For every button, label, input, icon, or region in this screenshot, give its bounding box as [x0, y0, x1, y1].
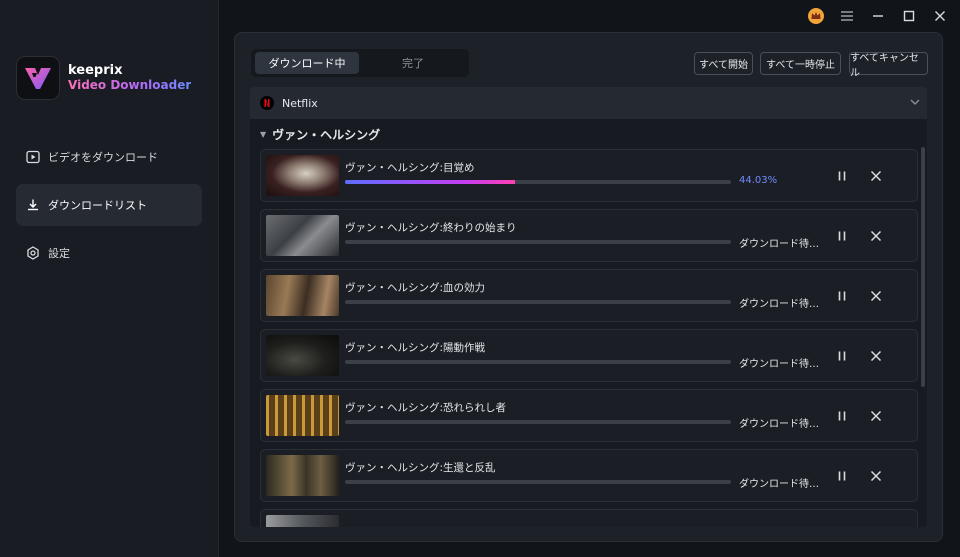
start-all-button[interactable]: すべて開始 [694, 52, 753, 75]
download-status: ダウンロード待ち... [739, 359, 819, 370]
sidebar: keeprix Video Downloader ビデオをダウンロード ダウンロ… [0, 0, 219, 557]
netflix-icon [260, 96, 274, 110]
episode-thumbnail [266, 275, 339, 316]
app-name: keeprix [68, 63, 123, 78]
episode-row: ヴァン・ヘルシング:生還と反乱 ダウンロード待ち... [260, 449, 918, 502]
sidebar-item-label: ダウンロードリスト [48, 199, 147, 212]
download-list: Netflix ▼ ヴァン・ヘルシング ヴァン・ヘルシング:目覚め 44.03%… [250, 87, 927, 527]
list-scrollbar[interactable] [921, 147, 925, 387]
episode-thumbnail [266, 455, 339, 496]
episode-row-partial [260, 509, 918, 527]
episode-thumbnail [266, 215, 339, 256]
cancel-icon[interactable] [867, 227, 885, 245]
cancel-icon[interactable] [867, 467, 885, 485]
episode-thumbnail [266, 155, 339, 196]
close-icon[interactable] [926, 2, 954, 30]
episode-thumbnail [266, 515, 339, 527]
cancel-icon[interactable] [867, 407, 885, 425]
pause-icon[interactable] [833, 347, 851, 365]
progress-bar [345, 420, 731, 424]
progress-bar [345, 300, 731, 304]
download-status: ダウンロード待ち... [739, 239, 819, 250]
download-panel: ダウンロード中 完了 すべて開始 すべて一時停止 すべてキャンセル Netfli… [234, 32, 943, 542]
maximize-icon[interactable] [895, 2, 923, 30]
season-title: ヴァン・ヘルシング [272, 127, 381, 142]
pause-icon[interactable] [833, 287, 851, 305]
menu-icon[interactable] [833, 2, 861, 30]
season-header[interactable]: ▼ ヴァン・ヘルシング [250, 119, 927, 149]
cancel-icon[interactable] [867, 167, 885, 185]
download-status: ダウンロード待ち... [739, 479, 819, 490]
pause-all-button[interactable]: すべて一時停止 [760, 52, 841, 75]
tab-switcher: ダウンロード中 完了 [251, 49, 469, 77]
app-subtitle: Video Downloader [68, 78, 192, 92]
download-icon [28, 199, 38, 211]
episode-row: ヴァン・ヘルシング:陽動作戦 ダウンロード待ち... [260, 329, 918, 382]
episode-title: ヴァン・ヘルシング:恐れられし者 [345, 402, 507, 414]
download-status: ダウンロード待ち... [739, 299, 819, 310]
progress-bar [345, 180, 731, 184]
pause-icon[interactable] [833, 167, 851, 185]
episode-title: ヴァン・ヘルシング:生還と反乱 [345, 462, 496, 474]
episode-title: ヴァン・ヘルシング:目覚め [345, 162, 475, 174]
progress-bar [345, 480, 731, 484]
keeprix-logo-icon [16, 56, 60, 100]
sidebar-item-label: 設定 [48, 247, 70, 260]
sidebar-item-label: ビデオをダウンロード [48, 151, 158, 164]
crown-icon[interactable] [802, 2, 830, 30]
cancel-all-button[interactable]: すべてキャンセル [849, 52, 928, 79]
pause-icon[interactable] [833, 227, 851, 245]
progress-bar [345, 240, 731, 244]
episode-thumbnail [266, 395, 339, 436]
collapse-triangle-icon[interactable]: ▼ [260, 130, 266, 139]
progress-bar [345, 360, 731, 364]
sidebar-item-download-video[interactable]: ビデオをダウンロード [16, 136, 202, 178]
minimize-icon[interactable] [864, 2, 892, 30]
gear-icon [27, 246, 39, 260]
service-name: Netflix [282, 96, 318, 110]
play-square-icon [26, 150, 40, 164]
episode-row: ヴァン・ヘルシング:終わりの始まり ダウンロード待ち... [260, 209, 918, 262]
sidebar-item-download-list[interactable]: ダウンロードリスト [16, 184, 202, 226]
episode-title: ヴァン・ヘルシング:陽動作戦 [345, 342, 486, 354]
episode-title: ヴァン・ヘルシング:血の効力 [345, 282, 486, 294]
progress-percent: 44.03% [739, 175, 778, 186]
app-logo: keeprix Video Downloader [16, 56, 191, 100]
episode-thumbnail [266, 335, 339, 376]
pause-icon[interactable] [833, 407, 851, 425]
episode-row: ヴァン・ヘルシング:血の効力 ダウンロード待ち... [260, 269, 918, 322]
episode-row: ヴァン・ヘルシング:恐れられし者 ダウンロード待ち... [260, 389, 918, 442]
tab-downloading[interactable]: ダウンロード中 [255, 52, 359, 74]
download-status: ダウンロード待ち... [739, 419, 819, 430]
cancel-icon[interactable] [867, 287, 885, 305]
episode-title: ヴァン・ヘルシング:終わりの始まり [345, 222, 517, 234]
chevron-down-icon[interactable] [909, 96, 921, 108]
tab-completed[interactable]: 完了 [361, 52, 465, 74]
service-group-header[interactable]: Netflix [250, 87, 927, 119]
title-bar [799, 0, 960, 32]
progress-fill [345, 180, 515, 184]
cancel-icon[interactable] [867, 347, 885, 365]
sidebar-item-settings[interactable]: 設定 [16, 232, 202, 274]
episode-row: ヴァン・ヘルシング:目覚め 44.03% [260, 149, 918, 202]
pause-icon[interactable] [833, 467, 851, 485]
